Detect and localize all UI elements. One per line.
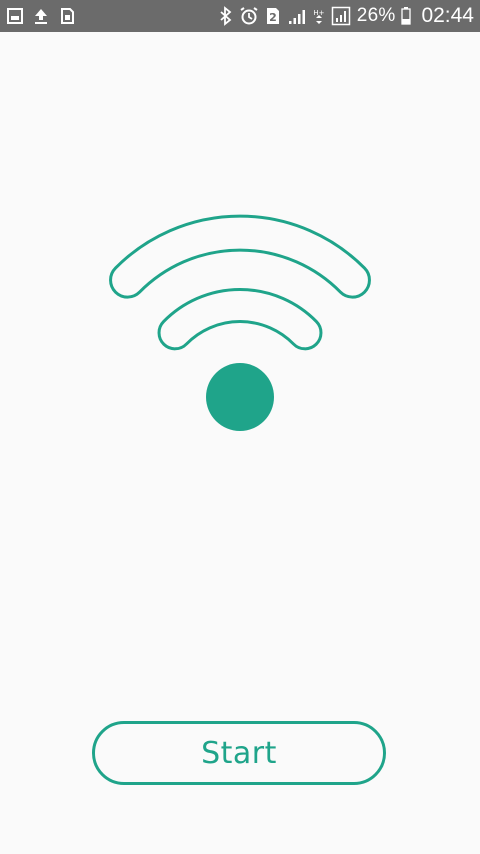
status-bar: 2 H+ 26% 02:44 — [0, 0, 480, 32]
start-button[interactable]: Start — [92, 721, 386, 785]
status-bar-clock: 02:44 — [421, 4, 474, 27]
svg-text:2: 2 — [269, 11, 277, 24]
alarm-icon — [239, 6, 259, 26]
status-bar-notifications — [6, 7, 76, 25]
wifi-icon — [95, 192, 385, 442]
battery-icon — [401, 6, 412, 26]
upload-icon — [32, 7, 50, 25]
signal-icon — [287, 6, 307, 26]
bluetooth-icon — [219, 6, 233, 26]
data-icon: H+ — [313, 6, 325, 26]
sim-icon — [58, 7, 76, 25]
status-bar-system: 2 H+ 26% 02:44 — [219, 4, 474, 28]
signal-2-icon — [331, 6, 351, 26]
battery-percentage: 26% — [356, 5, 396, 26]
main-content: Start — [0, 32, 480, 854]
sim2-icon: 2 — [265, 6, 281, 26]
gallery-icon — [6, 7, 24, 25]
